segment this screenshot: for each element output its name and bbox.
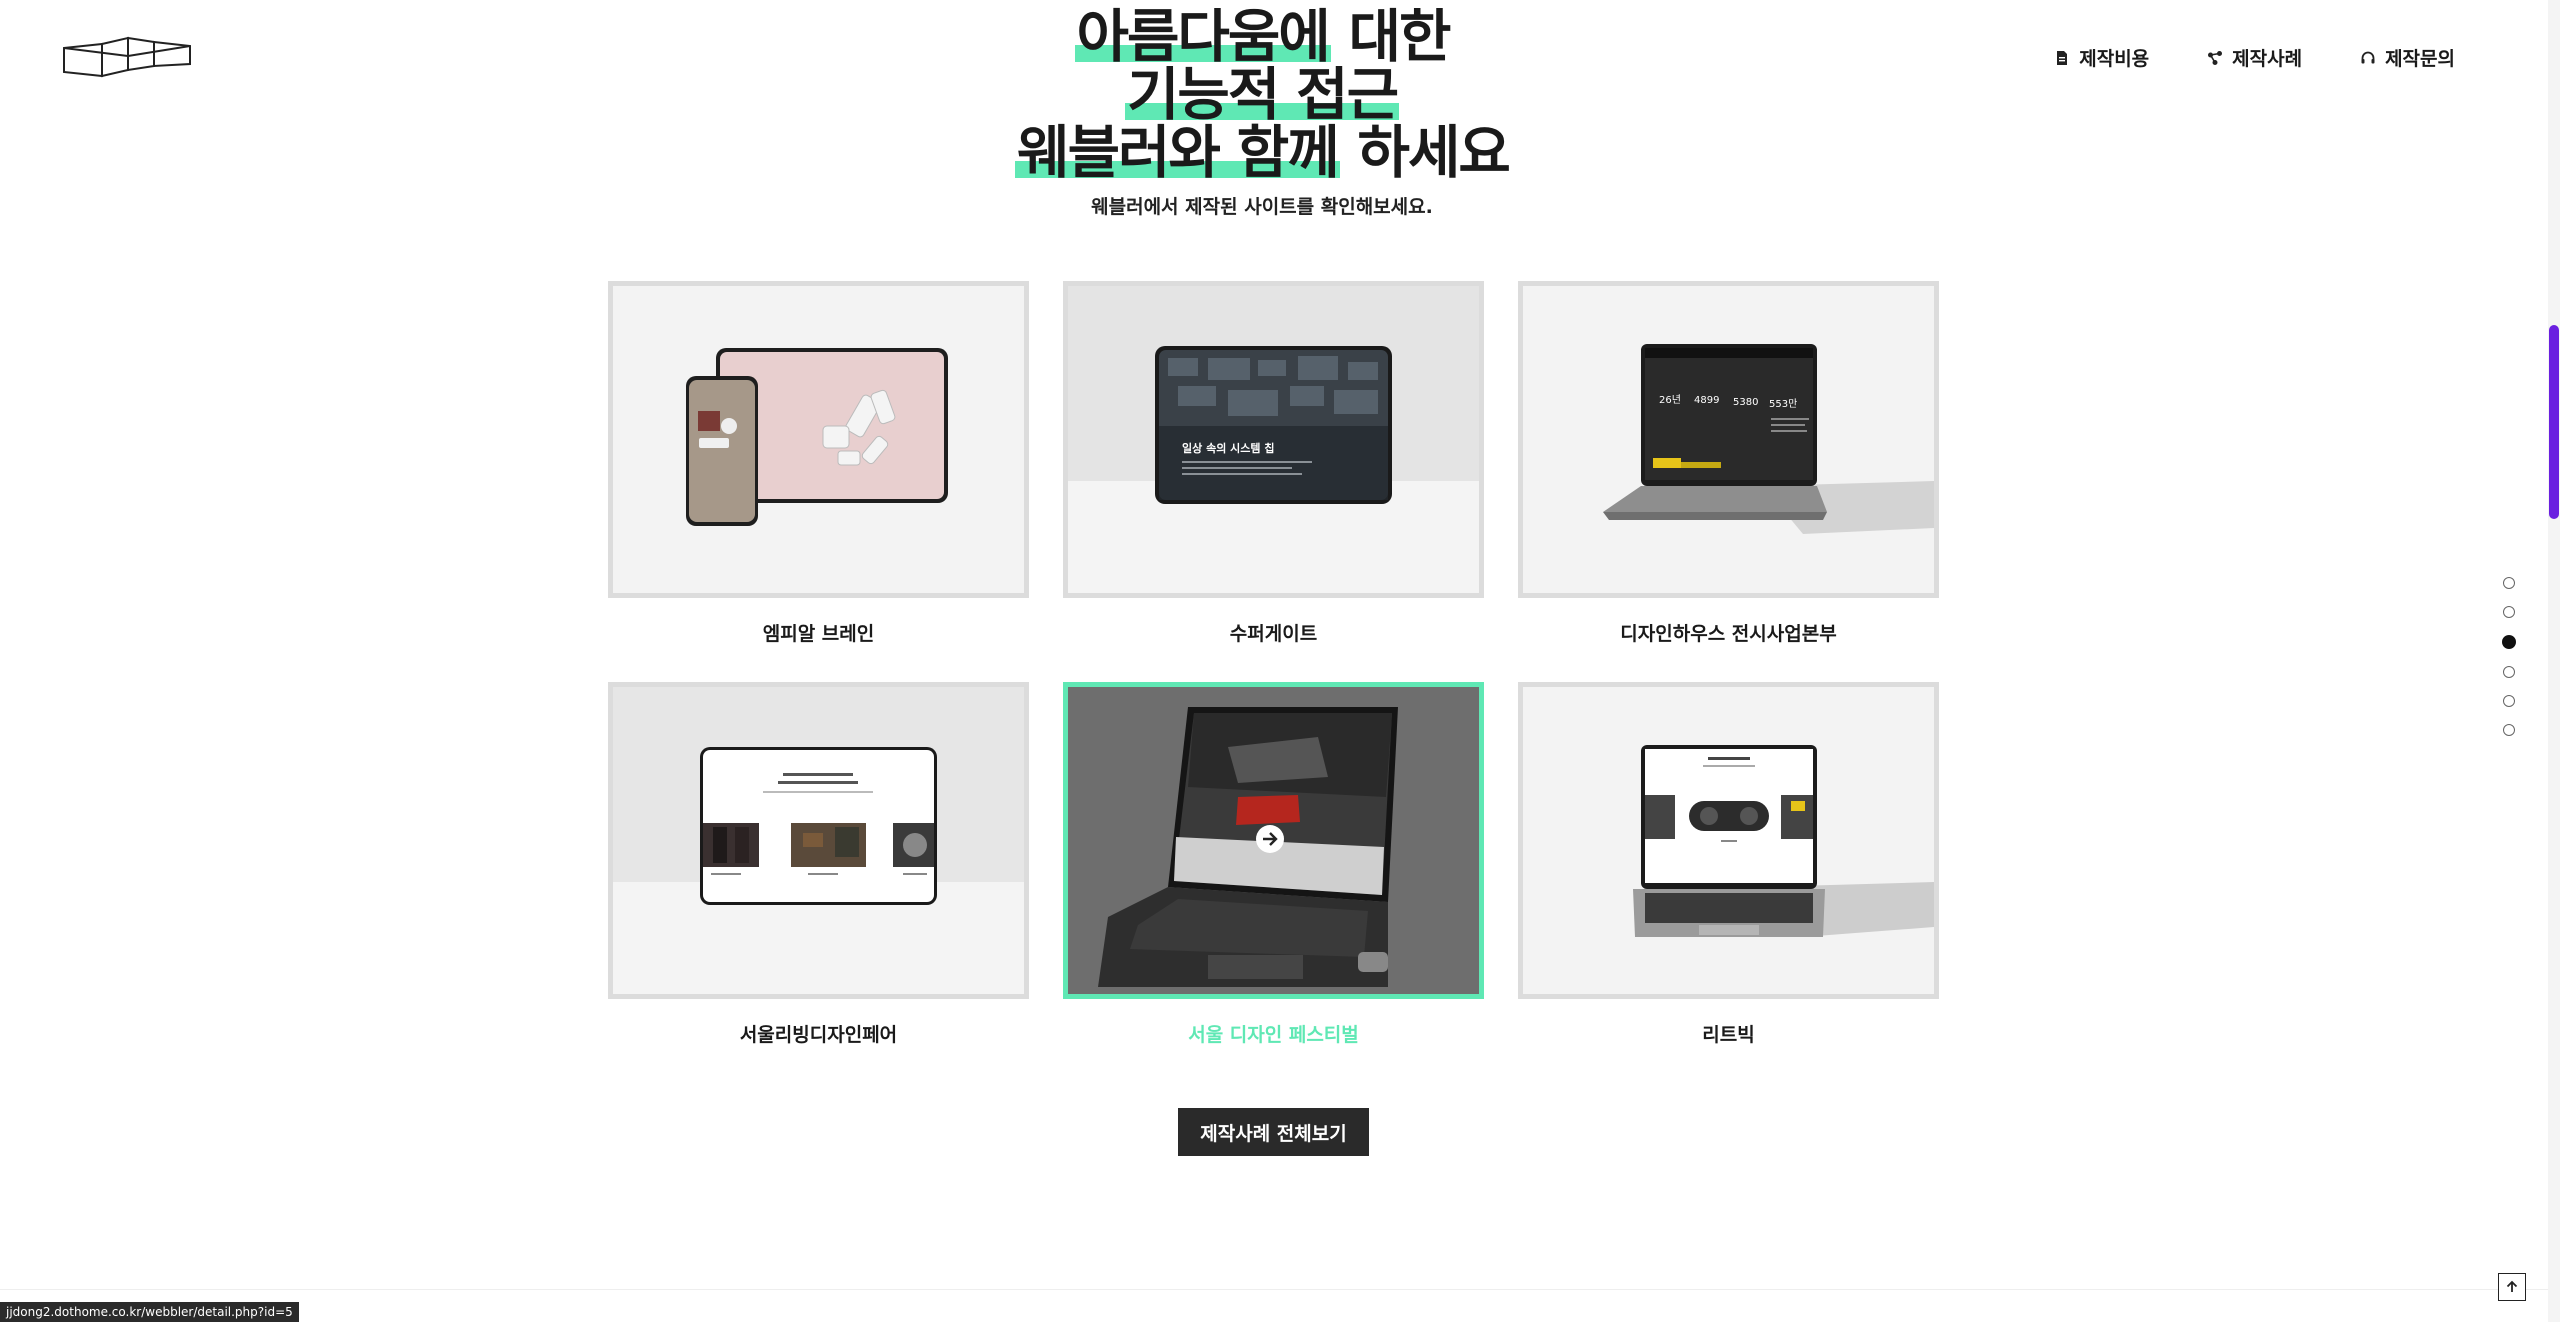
hero-heading-line-3: 웨블러와 함께 하세요 — [0, 120, 2524, 186]
portfolio-card[interactable]: 서울리빙디자인페어 — [608, 682, 1029, 1047]
portfolio-card-label: 디자인하우스 전시사업본부 — [1620, 623, 1837, 645]
section-dot-5[interactable] — [2503, 695, 2515, 707]
section-dot-1[interactable] — [2503, 577, 2515, 589]
hero-highlight: 아름다움에 — [1074, 4, 1331, 70]
hero-heading-line-1: 아름다움에 대한 — [0, 4, 2524, 70]
portfolio-thumbnail — [1063, 682, 1484, 999]
tablet-mockup-image: 일상 속의 시스템 칩 — [1068, 286, 1479, 593]
portfolio-thumbnail: 일상 속의 시스템 칩 — [1063, 281, 1484, 598]
scrollbar-thumb[interactable] — [2549, 325, 2559, 519]
section-dot-4[interactable] — [2503, 666, 2515, 678]
screen-stat: 26년 — [1659, 394, 1681, 406]
portfolio-card-active[interactable]: 서울 디자인 페스티벌 — [1063, 682, 1484, 1047]
portfolio-card-label: 서울리빙디자인페어 — [739, 1024, 898, 1046]
hero: 아름다움에 대한 기능적 접근 웨블러와 함께 하세요 웨블러에서 제작된 사이… — [0, 4, 2524, 219]
screen-stat: 4899 — [1694, 395, 1719, 406]
screen-headline: 일상 속의 시스템 칩 — [1182, 441, 1274, 455]
screen-stat: 553만 — [1769, 398, 1797, 410]
section-dot-6[interactable] — [2503, 724, 2515, 736]
portfolio-thumbnail — [608, 682, 1029, 999]
portfolio-card-label: 서울 디자인 페스티벌 — [1188, 1024, 1359, 1046]
portfolio-card-label: 엠피알 브레인 — [762, 623, 875, 645]
laptop-mockup-image: 26년 4899 5380 553만 — [1603, 344, 1934, 534]
scroll-to-top-button[interactable] — [2498, 1273, 2526, 1301]
hero-text: 대한 — [1330, 4, 1452, 70]
section-dot-nav — [2502, 577, 2516, 736]
portfolio-card-label: 리트빅 — [1702, 1024, 1755, 1046]
portfolio-card-label: 수퍼게이트 — [1229, 623, 1318, 645]
portfolio-thumbnail — [1518, 682, 1939, 999]
section-dot-3-active[interactable] — [2502, 635, 2516, 649]
portfolio-thumbnail — [608, 281, 1029, 598]
portfolio-card[interactable]: 26년 4899 5380 553만 디자인하우스 전시사업본부 — [1518, 281, 1939, 646]
divider — [0, 1289, 2548, 1290]
portfolio-card[interactable]: 리트빅 — [1518, 682, 1939, 1047]
laptop-mockup-image — [1633, 745, 1934, 937]
view-all-portfolio-button[interactable]: 제작사례 전체보기 — [1178, 1108, 1369, 1156]
hero-text: 하세요 — [1339, 120, 1511, 186]
section-dot-2[interactable] — [2503, 606, 2515, 618]
tablet-mockup-image — [613, 687, 1024, 994]
arrow-up-icon — [2506, 1280, 2518, 1292]
hero-highlight: 기능적 접근 — [1124, 62, 1399, 128]
tablet-phone-mockup-image — [686, 348, 948, 526]
hero-subtitle: 웨블러에서 제작된 사이트를 확인해보세요. — [1091, 196, 1433, 218]
tablet-keyboard-mockup-image — [1068, 687, 1479, 994]
portfolio-card[interactable]: 엠피알 브레인 — [608, 281, 1029, 646]
portfolio-card[interactable]: 일상 속의 시스템 칩 수퍼게이트 — [1063, 281, 1484, 646]
hero-heading-line-2: 기능적 접근 — [0, 62, 2524, 128]
status-bar-url: jjdong2.dothome.co.kr/webbler/detail.php… — [0, 1302, 299, 1322]
hero-highlight: 웨블러와 함께 — [1015, 120, 1340, 186]
portfolio-grid: 엠피알 브레인 일상 속의 시스템 칩 수퍼게이트 26년 4899 5380 … — [608, 281, 1940, 1047]
scrollbar[interactable] — [2548, 0, 2560, 1322]
screen-stat: 5380 — [1733, 397, 1758, 408]
portfolio-thumbnail: 26년 4899 5380 553만 — [1518, 281, 1939, 598]
